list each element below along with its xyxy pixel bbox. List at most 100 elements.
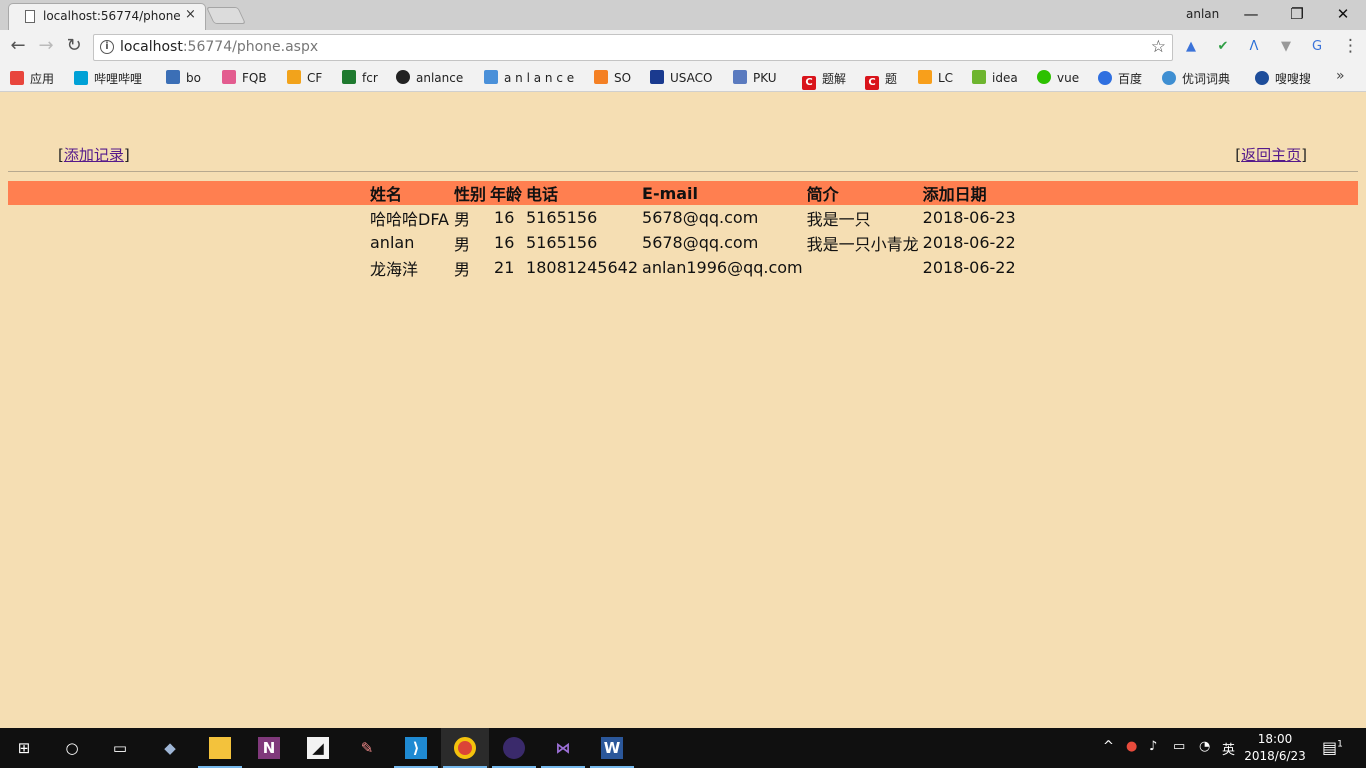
taskbar-clock[interactable]: 18:00 2018/6/23	[1244, 731, 1306, 765]
bookmark-label: SO	[614, 71, 632, 85]
reload-button[interactable]: ↻	[63, 36, 85, 58]
bookmark-label: bo	[186, 71, 201, 85]
tab-close-icon[interactable]: ×	[185, 7, 196, 22]
browser-tab[interactable]: localhost:56774/phone.aspx ×	[8, 3, 206, 30]
bookmark-anlance-blog[interactable]: a n l a n c e	[484, 70, 574, 88]
bookmark-baidu[interactable]: 百度	[1098, 70, 1142, 88]
ime-indicator[interactable]: 英	[1222, 739, 1235, 758]
wifi-icon[interactable]: ◔	[1199, 739, 1210, 754]
column-header-sex: 性别	[454, 185, 487, 204]
bookmark-idea[interactable]: idea	[972, 70, 1018, 88]
taskbar-app-visual-studio[interactable]: ⋈	[539, 728, 587, 768]
bookmark-label: a n l a n c e	[504, 71, 575, 85]
task-view-button[interactable]: ▭	[96, 728, 144, 768]
paint-icon: ✎	[360, 739, 374, 757]
taskbar-app-vscode[interactable]: ⟩	[392, 728, 440, 768]
cell-intro: 我是一只	[806, 209, 871, 229]
search-button[interactable]: ○	[48, 728, 96, 768]
bookmark-usaco[interactable]: USACO	[650, 70, 712, 88]
bookmark-so[interactable]: SO	[594, 70, 631, 88]
back-home-link[interactable]: 返回主页	[1241, 146, 1301, 164]
taskbar-app-game[interactable]	[490, 728, 538, 768]
game-icon	[503, 737, 525, 759]
word-icon: W	[601, 737, 623, 759]
file-explorer-icon	[209, 737, 231, 759]
bookmark-apps[interactable]: 应用	[10, 70, 54, 88]
chrome-menu-icon[interactable]: ⋮	[1342, 36, 1359, 56]
battery-icon[interactable]: ▭	[1173, 739, 1185, 754]
browser-title-bar: localhost:56774/phone.aspx × anlan — ❐ ✕	[0, 0, 1366, 30]
bookmark-anlance-github[interactable]: anlance	[396, 70, 463, 88]
bookmark-lc[interactable]: LC	[918, 70, 953, 88]
close-window-button[interactable]: ✕	[1320, 2, 1366, 28]
bookmark-pku[interactable]: PKU	[733, 70, 777, 88]
lambda-icon[interactable]: Λ	[1245, 38, 1263, 56]
vscode-icon: ⟩	[405, 737, 427, 759]
page-content: [添加记录] [返回主页] 姓名 性别 年龄 电话 E-mail 简介 添加日期…	[0, 92, 1366, 728]
bookmark-fqb[interactable]: FQB	[222, 70, 267, 88]
bracket-close: ]	[1301, 146, 1307, 164]
address-bar[interactable]: i localhost:56774/phone.aspx ☆	[93, 34, 1173, 61]
graduation-cap-icon[interactable]: ▲	[1182, 38, 1200, 56]
taskbar-app-word[interactable]: W	[588, 728, 636, 768]
visual-studio-icon: ⋈	[555, 739, 571, 757]
taskbar-app-sticky[interactable]: ◢	[294, 728, 342, 768]
bookmark-bo[interactable]: bo	[166, 70, 201, 88]
bookmark-label: idea	[992, 71, 1018, 85]
bookmark-ti[interactable]: C题	[865, 70, 897, 90]
new-tab-button[interactable]	[206, 7, 246, 24]
volume-icon[interactable]: ♪	[1149, 739, 1157, 754]
qq-icon[interactable]: ●	[1126, 739, 1137, 754]
page-icon	[25, 10, 35, 23]
profile-name[interactable]: anlan	[1186, 7, 1219, 21]
bookmark-label: 哔哩哔哩	[94, 72, 143, 86]
wechat-icon	[1037, 70, 1051, 84]
apps-grid-icon	[10, 71, 24, 85]
back-button[interactable]: ←	[7, 36, 29, 58]
forward-button[interactable]: →	[35, 36, 57, 58]
add-record-wrapper: [添加记录]	[58, 144, 130, 165]
bookmark-fcr[interactable]: fcr	[342, 70, 378, 88]
add-record-link[interactable]: 添加记录	[64, 146, 124, 164]
url-text[interactable]: localhost:56774/phone.aspx	[120, 39, 318, 55]
bookmarks-overflow-icon[interactable]: »	[1336, 68, 1345, 84]
cell-name: anlan	[370, 233, 415, 252]
table-row: 哈哈哈DFA 男 16 5165156 5678@qq.com 我是一只 201…	[368, 205, 1021, 230]
pinwheel-icon	[222, 70, 236, 84]
start-button[interactable]: ⊞	[0, 728, 48, 768]
divider	[8, 171, 1358, 172]
windows-start-icon: ⊞	[17, 739, 31, 757]
restore-button[interactable]: ❐	[1274, 2, 1320, 28]
onenote-icon: N	[258, 737, 280, 759]
bookmark-vue[interactable]: vue	[1037, 70, 1079, 88]
taskbar-app-settings[interactable]: ◆	[146, 728, 194, 768]
search-circle-icon: ○	[65, 739, 79, 757]
bookmark-label: USACO	[670, 71, 713, 85]
bookmark-sousou[interactable]: 嗖嗖搜	[1255, 70, 1311, 88]
taskbar-app-paint[interactable]: ✎	[343, 728, 391, 768]
bookmark-cf[interactable]: CF	[287, 70, 322, 88]
baidu-paw-icon	[1098, 71, 1112, 85]
cell-date: 2018-06-23	[922, 208, 1016, 227]
bracket-close: ]	[123, 146, 130, 164]
cell-date: 2018-06-22	[922, 233, 1016, 252]
bookmark-dict[interactable]: 优词词典	[1162, 70, 1230, 88]
shield-check-icon[interactable]: ✔	[1214, 38, 1232, 56]
site-info-icon[interactable]: i	[100, 40, 114, 54]
taskbar-app-explorer[interactable]	[196, 728, 244, 768]
taskbar-app-chrome[interactable]	[441, 728, 489, 768]
url-host: localhost	[120, 39, 183, 55]
bookmark-star-icon[interactable]: ☆	[1151, 37, 1166, 57]
action-center-icon[interactable]: ▤1	[1322, 738, 1343, 757]
cell-sex: 男	[454, 209, 471, 229]
bookmark-bilibili[interactable]: 哔哩哔哩	[74, 70, 142, 88]
vue-devtools-icon[interactable]: ▼	[1277, 38, 1295, 56]
minimize-button[interactable]: —	[1228, 2, 1274, 28]
bookmark-label: LC	[938, 71, 954, 85]
taskbar-app-onenote[interactable]: N	[245, 728, 293, 768]
bookmark-tijie[interactable]: C 题解	[802, 70, 846, 90]
bookmark-label: FQB	[242, 71, 267, 85]
bookmark-label: fcr	[362, 71, 378, 85]
tray-chevron-icon[interactable]: ^	[1103, 739, 1114, 754]
translate-icon[interactable]: G	[1308, 38, 1326, 56]
